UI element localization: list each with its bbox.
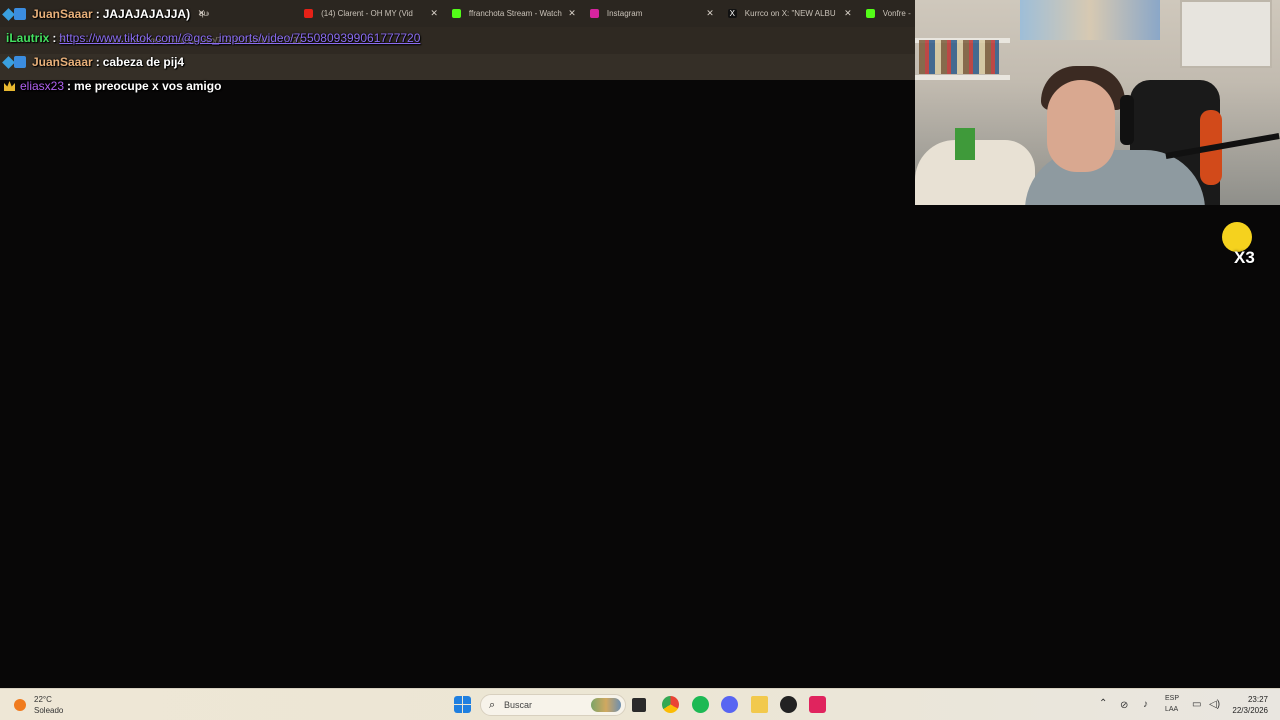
chat-link[interactable]: https://www.tiktok.com/@gcs_imports/vide… (59, 31, 420, 45)
x-icon: X (727, 9, 737, 18)
tab-kick-2[interactable]: Vonfre - (856, 0, 915, 27)
tab-label: (14) Clarent - OH MY (Vid (321, 9, 413, 18)
tab-instagram[interactable]: Instagram ✕ (580, 0, 718, 27)
search-icon: ⌕ (489, 699, 496, 711)
chat-message: eliasx23 : me preocupe x vos amigo (4, 79, 221, 93)
tab-label: Kurrco on X: "NEW ALBU (744, 9, 836, 18)
close-icon[interactable]: ✕ (430, 8, 438, 19)
sub-badge-icon (2, 7, 26, 21)
tab-youtube[interactable]: (14) Clarent - OH MY (Vid ✕ (304, 0, 442, 27)
search-placeholder: Buscar (504, 700, 533, 710)
search-highlight-image (591, 698, 621, 712)
tab-label: ffranchota Stream - Watch (468, 9, 562, 18)
kick-icon (451, 9, 461, 18)
tab-label: Vonfre - (882, 9, 911, 18)
instagram-icon (589, 9, 599, 18)
chat-separator: : (67, 79, 72, 93)
discord-icon[interactable] (721, 696, 738, 713)
clock[interactable]: 23:27 22/3/2026 (1232, 694, 1268, 716)
youtube-icon (304, 9, 314, 18)
chat-username[interactable]: iLautrix (6, 31, 49, 45)
chat-text: JAJAJAJAJJA) (102, 7, 191, 21)
weather-temp[interactable]: 22°C (34, 695, 52, 704)
chat-username[interactable]: eliasx23 (20, 79, 64, 93)
tiktok-icon[interactable] (809, 696, 826, 713)
language-layout[interactable]: LAA (1165, 706, 1178, 713)
chrome-icon[interactable] (662, 696, 679, 713)
obs-icon[interactable] (780, 696, 797, 713)
streamer-face (1047, 80, 1115, 172)
bed (915, 140, 1035, 205)
windows-start-icon[interactable] (454, 696, 471, 713)
sun-icon[interactable] (14, 699, 26, 711)
task-view-icon[interactable] (632, 698, 646, 712)
chat-username[interactable]: JuanSaaar (32, 7, 93, 21)
sticker-text: X3 (1234, 248, 1255, 267)
sub-badge-icon (2, 55, 26, 69)
display-icon[interactable]: ▭ (1192, 699, 1201, 710)
shelf (915, 75, 1010, 80)
microphone-icon[interactable]: ♪ (1143, 699, 1148, 710)
volume-icon[interactable]: ◁) (1209, 699, 1220, 710)
clock-date: 22/3/2026 (1232, 706, 1268, 715)
chat-message: JuanSaaar : cabeza de pij4 (2, 55, 185, 69)
headset (1120, 95, 1134, 145)
shelf-items (919, 40, 999, 74)
chat-separator: : (95, 7, 100, 21)
chat-message: iLautrix : https://www.tiktok.com/@gcs_i… (6, 31, 420, 45)
weather-desc[interactable]: Soleado (34, 706, 63, 715)
chat-message: JuanSaaar : JAJAJAJAJJA) (2, 7, 191, 21)
screen: queboymax - Twitc ✕ (14) Clarent - OH MY… (0, 0, 1280, 720)
close-icon[interactable]: ✕ (568, 8, 576, 19)
crown-icon (4, 81, 15, 91)
tab-label: Instagram (606, 9, 643, 18)
chevron-up-icon[interactable]: ⌃ (1099, 698, 1107, 709)
taskbar: 22°C Soleado ⌕ Buscar ⌃ ⊘ ♪ ESP LAA ▭ ◁)… (0, 688, 1280, 720)
chat-text: cabeza de pij4 (102, 55, 185, 69)
webcam-feed (915, 0, 1280, 205)
chat-username[interactable]: JuanSaaar (32, 55, 93, 69)
file-explorer-icon[interactable] (751, 696, 768, 713)
poster-image (1020, 0, 1160, 40)
clock-time: 23:27 (1247, 695, 1268, 704)
chat-text: me preocupe x vos amigo (74, 79, 222, 93)
tab-kick[interactable]: ffranchota Stream - Watch ✕ (442, 0, 580, 27)
chat-separator: : (95, 55, 100, 69)
spotify-icon[interactable] (692, 696, 709, 713)
poster-image (1180, 0, 1272, 68)
language-indicator[interactable]: ESP (1165, 695, 1179, 702)
emote-sticker: X3 (1216, 216, 1260, 270)
chat-separator: : (52, 31, 57, 45)
search-input[interactable]: ⌕ Buscar (480, 694, 626, 716)
close-icon[interactable]: ✕ (706, 8, 714, 19)
close-icon[interactable]: ✕ (844, 8, 852, 19)
tab-x[interactable]: X Kurrco on X: "NEW ALBU ✕ (718, 0, 856, 27)
creeper-plush (955, 128, 975, 160)
kick-icon (865, 9, 875, 18)
network-icon[interactable]: ⊘ (1120, 700, 1128, 711)
close-icon[interactable]: ✕ (198, 8, 206, 19)
